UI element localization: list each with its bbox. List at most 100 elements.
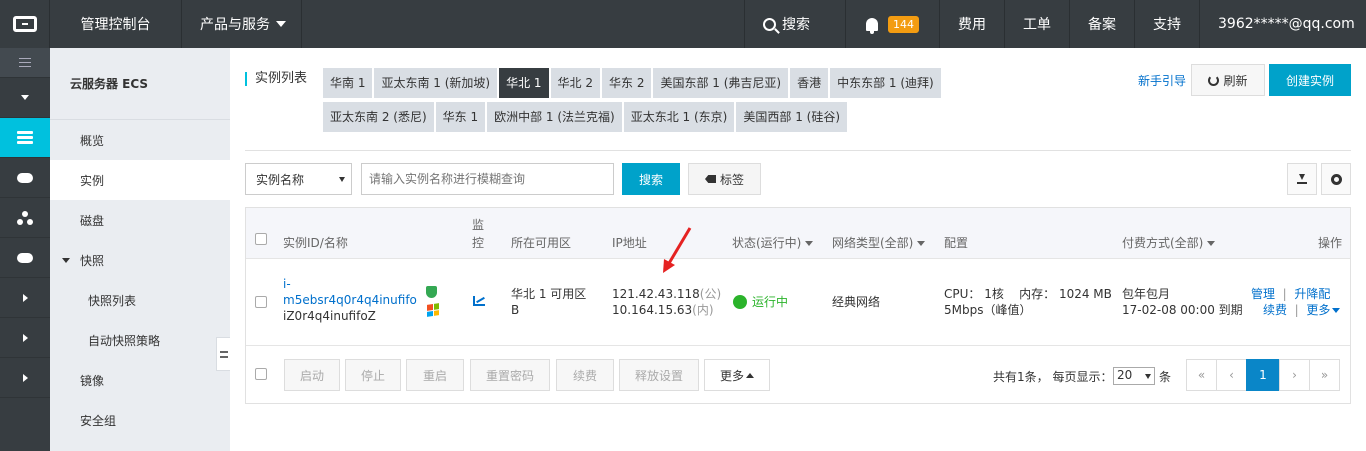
region-tab[interactable]: 欧洲中部 1 (法兰克福) — [487, 102, 622, 132]
more-label: 更多 — [719, 368, 744, 383]
export-button[interactable] — [1287, 163, 1317, 195]
search-button[interactable]: 搜索 — [622, 163, 680, 195]
region-tab[interactable]: 亚太东北 1 (东京) — [623, 102, 735, 132]
subnav-item-snapshots[interactable]: 快照 — [50, 240, 230, 280]
region-tab[interactable]: 香港 — [790, 68, 829, 98]
ticket-link[interactable]: 工单 — [1005, 0, 1070, 48]
sidebar-item-network[interactable] — [0, 198, 50, 238]
dropdown-caret-icon — [339, 177, 345, 182]
sidebar-item-more-2[interactable] — [0, 318, 50, 358]
products-menu[interactable]: 产品与服务 — [182, 0, 302, 48]
sidebar-item-more-1[interactable] — [0, 278, 50, 318]
settings-button[interactable] — [1321, 163, 1351, 195]
create-instance-button[interactable]: 创建实例 — [1269, 64, 1351, 96]
sidebar-expand[interactable] — [0, 78, 50, 118]
stop-button[interactable]: 停止 — [345, 359, 401, 391]
page-size-value: 20 — [1117, 368, 1133, 382]
current-page-button[interactable]: 1 — [1246, 359, 1280, 391]
dropdown-caret-icon — [1145, 374, 1151, 379]
page-size-select[interactable]: 20 — [1113, 367, 1155, 385]
bell-icon — [866, 17, 878, 34]
record-link[interactable]: 备案 — [1070, 0, 1135, 48]
sidebar-item-upload[interactable] — [0, 238, 50, 278]
region-tab[interactable]: 华东 1 — [435, 102, 486, 132]
region-tab[interactable]: 亚太东南 1 (新加坡) — [374, 68, 498, 98]
fee-link[interactable]: 费用 — [940, 0, 1005, 48]
chevron-down-icon — [1207, 241, 1216, 246]
instance-search-input[interactable] — [361, 163, 614, 195]
products-label: 产品与服务 — [200, 17, 270, 33]
subnav-item-images[interactable]: 镜像 — [50, 360, 230, 400]
more-ops-link[interactable]: 更多 — [1306, 303, 1341, 317]
prev-page-button[interactable]: ‹ — [1216, 359, 1247, 391]
beginner-guide-link[interactable]: 新手引导 — [1138, 72, 1186, 89]
chevron-right-icon — [22, 373, 28, 382]
region-tab[interactable]: 华南 1 — [323, 68, 373, 98]
region-tab[interactable]: 华北 2 — [550, 68, 600, 98]
subnav-label: 镜像 — [80, 373, 105, 388]
refresh-label: 刷新 — [1223, 73, 1248, 88]
region-tab-active[interactable]: 华北 1 — [499, 68, 549, 98]
support-link[interactable]: 支持 — [1135, 0, 1200, 48]
col-billing-label: 付费方式(全部) — [1122, 236, 1204, 250]
start-button[interactable]: 启动 — [284, 359, 340, 391]
config-cell: CPU： 1核 内存： 1024 MB 5Mbps（峰值） — [944, 287, 1112, 317]
instance-id-link[interactable]: i-m5ebsr4q0r4q4inufifo — [283, 276, 417, 308]
region-tab[interactable]: 中东东部 1 (迪拜) — [830, 68, 941, 98]
refresh-button[interactable]: 刷新 — [1191, 64, 1265, 96]
notifications-button[interactable]: 144 — [846, 0, 940, 48]
tag-button[interactable]: 标签 — [688, 163, 761, 195]
footer-select-all-checkbox[interactable] — [255, 368, 267, 380]
subnav-item-snapshot-list[interactable]: 快照列表 — [50, 280, 230, 320]
sidebar-item-cloud[interactable] — [0, 158, 50, 198]
region-tabs: 华南 1 亚太东南 1 (新加坡) 华北 1 华北 2 华东 2 美国东部 1 … — [323, 68, 963, 136]
user-account-menu[interactable]: 3962*****@qq.com — [1200, 0, 1366, 48]
subnav-item-security-groups[interactable]: 安全组 — [50, 400, 230, 440]
subnav-item-disks[interactable]: 磁盘 — [50, 200, 230, 240]
filter-value: 实例名称 — [256, 172, 305, 187]
console-link[interactable]: 管理控制台 — [50, 0, 182, 48]
renew-button[interactable]: 续费 — [556, 359, 614, 391]
subnav-item-overview[interactable]: 概览 — [50, 120, 230, 160]
subnav-label: 实例 — [80, 173, 105, 188]
subnav-item-auto-snapshot-policy[interactable]: 自动快照策略 — [50, 320, 230, 360]
more-actions-button[interactable]: 更多 — [704, 359, 770, 391]
record-label: 备案 — [1088, 17, 1116, 33]
menu-icon — [19, 58, 31, 67]
region-tab[interactable]: 美国西部 1 (硅谷) — [736, 102, 848, 132]
first-page-button[interactable]: « — [1186, 359, 1217, 391]
renew-link[interactable]: 续费 — [1263, 303, 1287, 317]
search-link[interactable]: 搜索 — [745, 0, 846, 48]
sidebar-item-more-3[interactable] — [0, 358, 50, 398]
table-header: 实例ID/名称 监控 所在可用区 IP地址 状态(运行中) 网络类型(全部) 配… — [246, 208, 1350, 259]
region-tab[interactable]: 华东 2 — [602, 68, 652, 98]
subnav-item-instances[interactable]: 实例 — [50, 160, 230, 200]
region-tab[interactable]: 亚太东南 2 (悉尼) — [323, 102, 434, 132]
filter-select[interactable]: 实例名称 — [245, 163, 352, 195]
sidebar-toggle[interactable] — [0, 48, 50, 78]
collapse-subnav-button[interactable] — [216, 337, 230, 371]
region-tab[interactable]: 美国东部 1 (弗吉尼亚) — [653, 68, 789, 98]
select-all-checkbox[interactable] — [255, 233, 267, 245]
ip-cell: 121.42.43.118(公) 10.164.15.63(内) — [612, 286, 721, 318]
public-ip-tag: (公) — [699, 287, 722, 301]
col-billing-filter[interactable]: 付费方式(全部) — [1122, 234, 1216, 251]
sidebar-item-ecs[interactable] — [0, 118, 50, 158]
chevron-down-icon — [62, 257, 70, 263]
monitor-chart-icon[interactable] — [473, 296, 485, 306]
reset-password-button[interactable]: 重置密码 — [470, 359, 550, 391]
last-page-button[interactable]: » — [1309, 359, 1340, 391]
chevron-down-icon — [917, 241, 926, 246]
col-status-filter[interactable]: 状态(运行中) — [732, 234, 814, 251]
aliyun-logo-icon[interactable] — [0, 0, 50, 48]
release-settings-button[interactable]: 释放设置 — [619, 359, 699, 391]
next-page-button[interactable]: › — [1279, 359, 1310, 391]
manage-link[interactable]: 管理 — [1251, 287, 1275, 301]
col-network-filter[interactable]: 网络类型(全部) — [832, 234, 926, 251]
upgrade-link[interactable]: 升降配 — [1294, 287, 1330, 301]
row-checkbox[interactable] — [255, 296, 267, 308]
gear-icon — [1330, 173, 1342, 185]
chevron-down-icon — [21, 95, 29, 100]
subnav-label: 快照列表 — [88, 293, 137, 308]
restart-button[interactable]: 重启 — [406, 359, 464, 391]
